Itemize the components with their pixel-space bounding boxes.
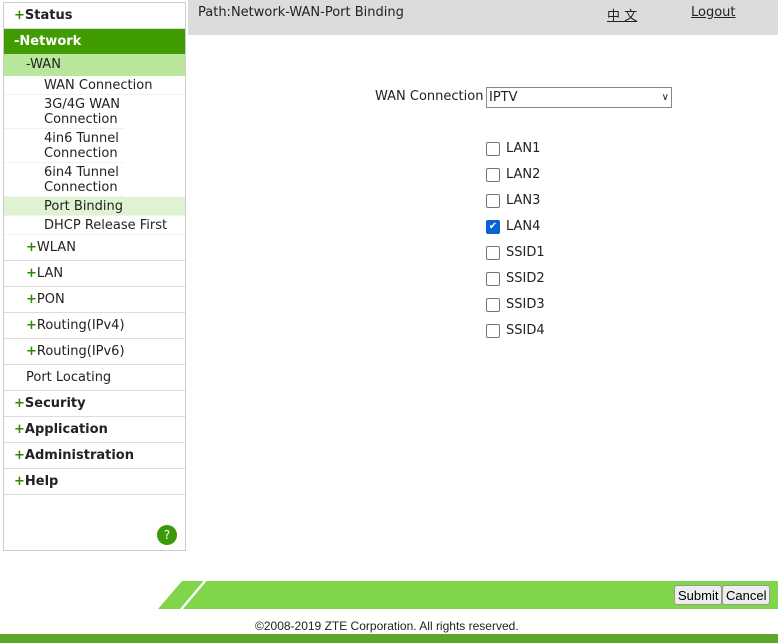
checkbox[interactable] [486, 141, 500, 156]
port-checkbox-ssid2[interactable]: SSID2 [486, 271, 545, 286]
sidebar: +Status -Network -WAN WAN Connection 3G/… [3, 2, 186, 551]
label: Routing(IPv6) [36, 344, 125, 359]
checkbox-label: LAN1 [506, 141, 541, 156]
plus-icon: + [14, 396, 25, 411]
menu-pon[interactable]: +PON [4, 287, 185, 313]
plus-icon: + [14, 474, 25, 489]
plus-icon: + [26, 292, 37, 307]
label: Security [24, 396, 86, 411]
label: Status [24, 8, 73, 23]
label: Application [24, 422, 108, 437]
menu-administration[interactable]: +Administration [4, 443, 185, 469]
menu-4in6[interactable]: 4in6 Tunnel Connection [4, 129, 124, 163]
chevron-down-icon: ∨ [661, 92, 669, 103]
checkbox[interactable] [486, 193, 500, 208]
menu-network[interactable]: -Network [4, 29, 185, 54]
label: Administration [24, 448, 134, 463]
checkbox-label: LAN3 [506, 193, 541, 208]
checkbox-label: LAN2 [506, 167, 541, 182]
label: WLAN [36, 240, 76, 255]
checkbox-label: LAN4 [506, 219, 541, 234]
checkbox-label: SSID2 [506, 271, 545, 286]
selected-value: IPTV [489, 90, 518, 105]
checkbox-label: SSID3 [506, 297, 545, 312]
plus-icon: + [26, 266, 37, 281]
menu-port-locating[interactable]: Port Locating [4, 365, 185, 391]
plus-icon: + [14, 448, 25, 463]
menu-routing-ipv4[interactable]: +Routing(IPv4) [4, 313, 185, 339]
checkbox[interactable] [486, 297, 500, 312]
port-checkbox-lan1[interactable]: LAN1 [486, 141, 540, 156]
wan-connection-select[interactable]: IPTV ∨ [486, 87, 672, 108]
port-checkbox-lan3[interactable]: LAN3 [486, 193, 540, 208]
port-checkbox-ssid1[interactable]: SSID1 [486, 245, 545, 260]
header-bar: Path:Network-WAN-Port Binding 中 文 Logout [188, 0, 778, 35]
bottom-bar [0, 634, 778, 643]
wan-connection-label: WAN Connection [375, 89, 484, 104]
plus-icon: + [26, 240, 37, 255]
checkbox[interactable]: ✔ [486, 219, 500, 234]
copyright: ©2008-2019 ZTE Corporation. All rights r… [255, 619, 519, 633]
checkbox[interactable] [486, 271, 500, 286]
menu-status[interactable]: +Status [4, 3, 185, 29]
menu-lan[interactable]: +LAN [4, 261, 185, 287]
plus-icon: + [14, 8, 25, 23]
menu-dhcp-release[interactable]: DHCP Release First [4, 216, 185, 235]
label: PON [36, 292, 65, 307]
port-checkbox-lan2[interactable]: LAN2 [486, 167, 540, 182]
language-link[interactable]: 中 文 [607, 5, 637, 24]
menu-wan[interactable]: -WAN [4, 54, 185, 76]
label: Routing(IPv4) [36, 318, 125, 333]
port-checkbox-lan4[interactable]: ✔ LAN4 [486, 219, 540, 234]
checkbox[interactable] [486, 167, 500, 182]
breadcrumb: Path:Network-WAN-Port Binding [198, 5, 404, 20]
menu-wlan[interactable]: +WLAN [4, 235, 185, 261]
label: LAN [36, 266, 64, 281]
port-checkbox-ssid3[interactable]: SSID3 [486, 297, 545, 312]
menu-security[interactable]: +Security [4, 391, 185, 417]
menu-wan-connection[interactable]: WAN Connection [4, 76, 185, 95]
menu-routing-ipv6[interactable]: +Routing(IPv6) [4, 339, 185, 365]
menu-3g4g-wan[interactable]: 3G/4G WAN Connection [4, 95, 124, 129]
menu-help[interactable]: +Help [4, 469, 185, 495]
checkbox[interactable] [486, 245, 500, 260]
label: Help [24, 474, 59, 489]
submit-button[interactable]: Submit [674, 585, 723, 605]
menu-port-binding[interactable]: Port Binding [4, 197, 185, 216]
plus-icon: + [14, 422, 25, 437]
logout-link[interactable]: Logout [691, 5, 736, 20]
cancel-button[interactable]: Cancel [722, 585, 771, 605]
checkbox-label: SSID1 [506, 245, 545, 260]
port-checkbox-ssid4[interactable]: SSID4 [486, 323, 545, 338]
menu-6in4[interactable]: 6in4 Tunnel Connection [4, 163, 124, 197]
plus-icon: + [26, 344, 37, 359]
checkbox-label: SSID4 [506, 323, 545, 338]
menu-application[interactable]: +Application [4, 417, 185, 443]
checkbox[interactable] [486, 323, 500, 338]
plus-icon: + [26, 318, 37, 333]
help-icon[interactable]: ? [157, 525, 177, 545]
